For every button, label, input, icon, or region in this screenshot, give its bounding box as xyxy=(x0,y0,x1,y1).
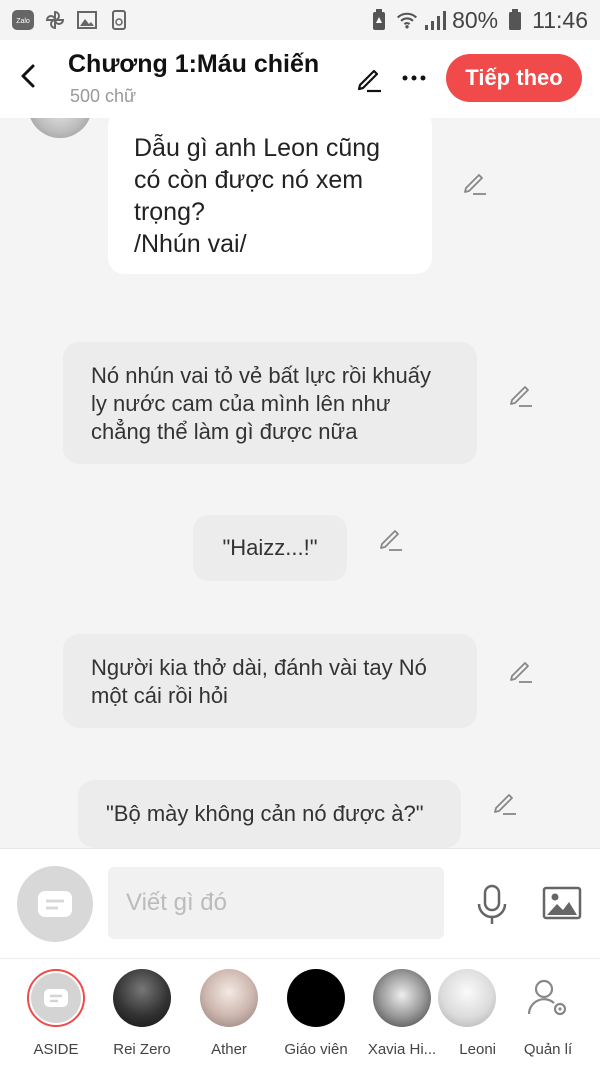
more-options-button[interactable] xyxy=(398,62,430,94)
edit-message-button[interactable] xyxy=(376,524,406,554)
message-text: Dẫu gì anh Leon cũng có còn được nó xem … xyxy=(134,134,381,258)
character-avatar xyxy=(438,969,496,1027)
signal-icon xyxy=(424,9,447,31)
message-bubble-character[interactable]: Dẫu gì anh Leon cũng có còn được nó xem … xyxy=(108,118,432,274)
chat-area[interactable]: Dẫu gì anh Leon cũng có còn được nó xem … xyxy=(0,118,600,848)
message-icon xyxy=(38,891,72,917)
chapter-title[interactable]: Chương 1:Máu chiến xyxy=(68,50,319,79)
back-button[interactable] xyxy=(12,58,44,94)
battery-saver-icon xyxy=(368,9,390,31)
message-bubble-narration[interactable]: Người kia thở dài, đánh vài tay Nó một c… xyxy=(63,634,477,728)
pencil-icon xyxy=(494,794,516,815)
edit-message-button[interactable] xyxy=(506,380,536,410)
battery-icon xyxy=(504,9,526,31)
composer-bar xyxy=(0,848,600,958)
character-ather[interactable]: Ather xyxy=(189,969,269,1058)
status-bar: Zalo 80% 11:46 xyxy=(0,0,600,40)
more-dots-icon xyxy=(402,75,426,81)
character-name: Ather xyxy=(211,1041,247,1058)
battery-percent: 80% xyxy=(452,6,499,33)
insert-image-button[interactable] xyxy=(540,883,584,923)
character-aside[interactable]: ASIDE xyxy=(16,969,96,1058)
user-settings-icon xyxy=(527,979,567,1016)
character-avatar xyxy=(200,969,258,1027)
character-avatar xyxy=(113,969,171,1027)
message-bubble-narration[interactable]: Nó nhún vai tỏ vẻ bất lực rồi khuấy ly n… xyxy=(63,342,477,464)
character-name: ASIDE xyxy=(33,1041,79,1058)
message-text: "Haizz...!" xyxy=(222,535,318,560)
voice-input-button[interactable] xyxy=(472,883,512,927)
status-left-icons: Zalo xyxy=(12,9,130,31)
message-input[interactable] xyxy=(108,867,444,939)
edit-message-button[interactable] xyxy=(506,656,536,686)
edit-title-button[interactable] xyxy=(352,62,386,96)
svg-text:Zalo: Zalo xyxy=(16,18,30,25)
character-giao-vien[interactable]: Giáo viên xyxy=(276,969,356,1058)
pencil-icon xyxy=(510,386,532,407)
app-icon xyxy=(108,9,130,31)
character-name: Xavia Hi... xyxy=(367,1041,437,1058)
next-chapter-button[interactable]: Tiếp theo xyxy=(446,54,582,102)
message-bubble-narration[interactable]: "Bộ mày không cản nó được à?" xyxy=(78,780,461,848)
message-text: Nó nhún vai tỏ vẻ bất lực rồi khuấy ly n… xyxy=(91,363,432,444)
message-text: Người kia thở dài, đánh vài tay Nó một c… xyxy=(91,655,427,708)
manage-characters-button[interactable]: Quản lí xyxy=(508,969,588,1058)
pencil-icon xyxy=(510,662,532,683)
character-leoni[interactable]: Leoni xyxy=(438,969,496,1058)
character-name: Leoni xyxy=(459,1041,496,1058)
character-avatar xyxy=(373,969,431,1027)
character-name: Giáo viên xyxy=(284,1041,348,1058)
pinwheel-icon xyxy=(44,9,66,31)
pencil-icon xyxy=(357,69,381,93)
edit-message-button[interactable] xyxy=(490,788,520,818)
chapter-header: Chương 1:Máu chiến 500 chữ Tiếp theo xyxy=(0,40,600,118)
character-avatar xyxy=(27,969,85,1027)
character-name: Quản lí xyxy=(523,1041,573,1058)
character-avatar[interactable] xyxy=(28,118,92,138)
current-speaker-button[interactable] xyxy=(17,866,93,942)
character-name: Rei Zero xyxy=(113,1041,171,1058)
edit-message-button[interactable] xyxy=(460,168,490,198)
message-text: "Bộ mày không cản nó được à?" xyxy=(106,801,424,826)
word-count: 500 chữ xyxy=(70,86,137,106)
image-icon xyxy=(542,886,582,920)
character-avatar xyxy=(287,969,345,1027)
message-bubble-narration[interactable]: "Haizz...!" xyxy=(193,515,347,581)
microphone-icon xyxy=(477,884,507,924)
character-xavia[interactable]: Xavia Hi... xyxy=(362,969,442,1058)
status-right: 80% 11:46 xyxy=(368,7,588,34)
manage-icon-wrap xyxy=(519,969,577,1027)
pencil-icon xyxy=(380,530,402,551)
zalo-icon: Zalo xyxy=(12,9,34,31)
gallery-icon xyxy=(76,9,98,31)
wifi-icon xyxy=(396,9,418,31)
character-rei-zero[interactable]: Rei Zero xyxy=(102,969,182,1058)
pencil-icon xyxy=(464,174,486,195)
character-bar: ASIDE Rei Zero Ather Giáo viên Xavia Hi.… xyxy=(0,958,600,1067)
message-icon xyxy=(44,989,68,1007)
chevron-left-icon xyxy=(21,64,35,88)
clock: 11:46 xyxy=(532,6,588,33)
